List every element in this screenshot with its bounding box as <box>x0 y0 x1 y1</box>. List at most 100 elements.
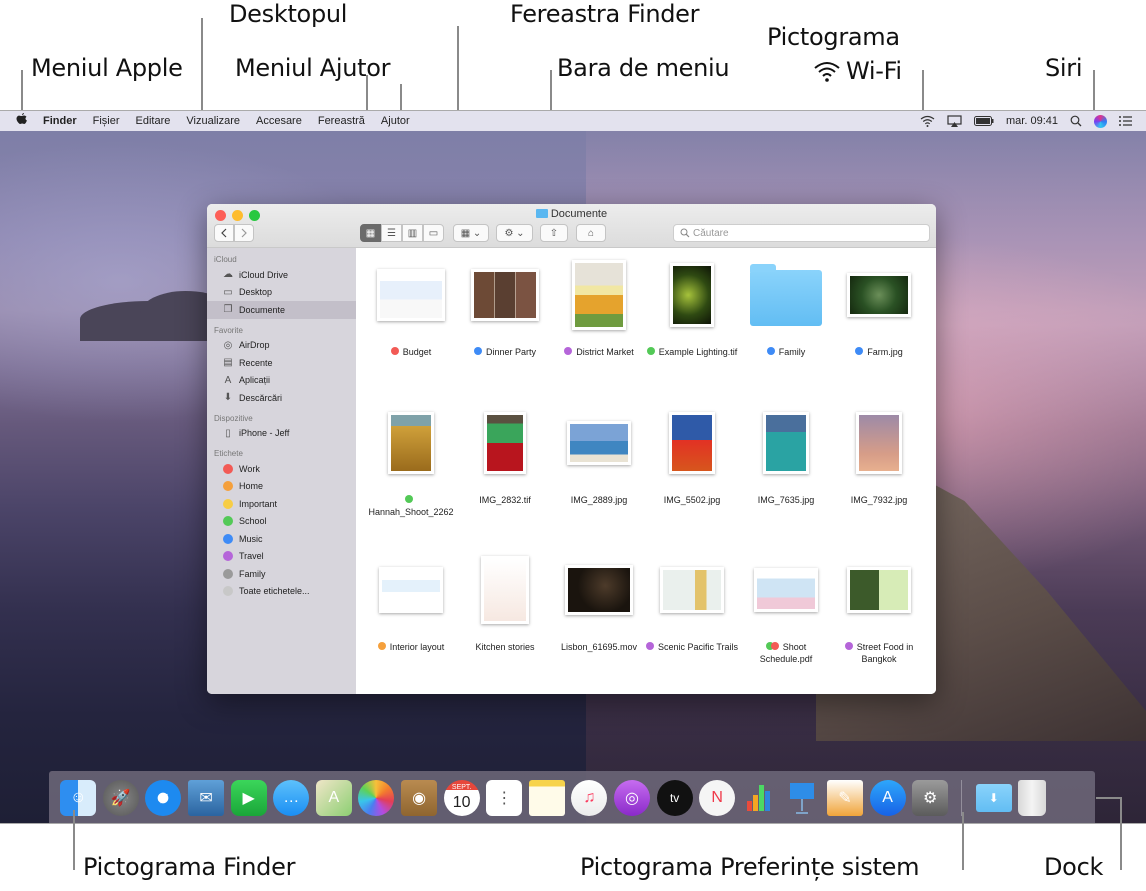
sidebar-item-family[interactable]: Family <box>207 565 356 583</box>
file-item[interactable]: Street Food in Bangkok <box>832 553 926 665</box>
spotlight-icon[interactable] <box>1070 115 1082 127</box>
sidebar-item-music[interactable]: Music <box>207 530 356 548</box>
system-preferences-icon[interactable]: ⚙ <box>912 780 949 816</box>
file-item[interactable]: IMG_7932.jpg <box>832 406 926 506</box>
search-icon <box>680 228 690 238</box>
downloads-stack-icon[interactable]: ⬇ <box>975 784 1012 812</box>
apple-menu[interactable] <box>0 113 35 129</box>
messages-icon[interactable]: … <box>273 780 310 816</box>
tv-label: tv <box>669 791 680 805</box>
desktop[interactable]: Finder Fișier Editare Vizualizare Accesa… <box>0 110 1146 824</box>
keynote-icon[interactable] <box>784 780 820 816</box>
file-item[interactable]: Farm.jpg <box>832 258 926 358</box>
callout-wifi-line1: Pictograma <box>767 23 900 51</box>
calendar-icon[interactable]: SEPT. 10 <box>443 780 480 816</box>
column-view-button[interactable]: ▥ <box>402 224 423 242</box>
sidebar-item-work[interactable]: Work <box>207 460 356 478</box>
action-button[interactable]: ⚙ ⌄ <box>496 224 533 242</box>
file-item[interactable]: Interior layout <box>364 553 458 653</box>
airplay-icon[interactable] <box>947 115 962 127</box>
news-icon[interactable]: N <box>699 780 736 816</box>
menu-go[interactable]: Accesare <box>248 115 310 127</box>
battery-icon[interactable] <box>974 116 994 126</box>
notification-center-icon[interactable] <box>1119 116 1132 126</box>
maps-icon[interactable]: A <box>315 780 352 816</box>
menu-help[interactable]: Ajutor <box>373 115 418 127</box>
sidebar-item-desktop[interactable]: ▭ Desktop <box>207 284 356 302</box>
facetime-icon[interactable]: ▶ <box>230 780 267 816</box>
numbers-icon[interactable] <box>742 780 778 816</box>
finder-window[interactable]: Documente ▦ ☰ ▥ ▭ ▦ ⌄ ⚙ ⌄ ⇧ ⌂ Căutare iC… <box>207 204 936 694</box>
menu-view[interactable]: Vizualizare <box>178 115 248 127</box>
sidebar-item-iphone-jeff[interactable]: ▯ iPhone - Jeff <box>207 425 356 443</box>
sidebar-item-toate-etichetele[interactable]: Toate etichetele... <box>207 583 356 601</box>
file-thumbnail <box>660 567 724 613</box>
file-item[interactable]: Shoot Schedule.pdf <box>739 553 833 665</box>
sidebar-item-documente[interactable]: ❐ Documente <box>207 301 356 319</box>
tag-dot <box>564 347 573 355</box>
safari-icon[interactable]: ➶ <box>145 780 182 816</box>
file-item[interactable]: Lisbon_61695.mov <box>552 553 646 653</box>
file-item[interactable]: Scenic Pacific Trails <box>645 553 739 653</box>
back-button[interactable] <box>214 224 234 242</box>
sidebar-item-icloud-drive[interactable]: ☁ iCloud Drive <box>207 266 356 284</box>
gallery-view-button[interactable]: ▭ <box>423 224 444 242</box>
sidebar-item-descărcări[interactable]: ⬇ Descărcări <box>207 389 356 407</box>
tv-icon[interactable]: tv <box>656 780 693 816</box>
sidebar-item-aplicații[interactable]: A Aplicații <box>207 372 356 390</box>
mail-icon[interactable]: ✉ <box>188 780 225 816</box>
file-item[interactable]: Example Lighting.tif <box>645 258 739 358</box>
file-item[interactable]: Budget <box>364 258 458 358</box>
notes-icon[interactable] <box>528 780 565 816</box>
file-item[interactable]: IMG_5502.jpg <box>645 406 739 506</box>
file-item[interactable]: IMG_2889.jpg <box>552 406 646 506</box>
sidebar-item-school[interactable]: School <box>207 513 356 531</box>
sidebar-item-airdrop[interactable]: ◎ AirDrop <box>207 337 356 355</box>
menu-edit[interactable]: Editare <box>128 115 179 127</box>
sidebar-item-recente[interactable]: ▤ Recente <box>207 354 356 372</box>
share-button[interactable]: ⇧ <box>540 224 568 242</box>
finder-icon[interactable]: ☺ <box>60 780 97 816</box>
photos-icon[interactable] <box>358 780 395 816</box>
clock[interactable]: mar. 09:41 <box>1006 115 1058 127</box>
sidebar-item-important[interactable]: Important <box>207 495 356 513</box>
siri-icon[interactable] <box>1094 114 1107 128</box>
group-button[interactable]: ▦ ⌄ <box>453 224 489 242</box>
file-item[interactable]: Family <box>739 258 833 358</box>
sidebar-item-label: Home <box>239 481 264 492</box>
file-item[interactable]: Dinner Party <box>458 258 552 358</box>
app-store-icon[interactable]: A <box>869 780 906 816</box>
folder-icon <box>535 209 548 218</box>
file-item[interactable]: Hannah_Shoot_2262 <box>364 406 458 518</box>
menu-window[interactable]: Fereastră <box>310 115 373 127</box>
sidebar-item-label: Descărcări <box>239 392 283 403</box>
launchpad-icon[interactable]: 🚀 <box>102 780 139 816</box>
sidebar-item-label: iCloud Drive <box>239 269 289 280</box>
file-item[interactable]: Kitchen stories <box>458 553 552 653</box>
contacts-icon[interactable]: ◉ <box>401 780 438 816</box>
file-thumbnail <box>856 412 902 474</box>
pages-icon[interactable]: ✎ <box>826 780 863 816</box>
wifi-status-icon[interactable] <box>920 115 935 127</box>
menu-file[interactable]: Fișier <box>85 115 128 127</box>
search-field[interactable]: Căutare <box>673 224 930 242</box>
trash-icon[interactable] <box>1018 780 1047 816</box>
list-view-button[interactable]: ☰ <box>381 224 402 242</box>
podcasts-icon[interactable]: ◎ <box>614 780 651 816</box>
file-item[interactable]: IMG_2832.tif <box>458 406 552 506</box>
menu-finder[interactable]: Finder <box>35 115 85 127</box>
file-name: Farm.jpg <box>867 347 903 357</box>
callout-desktop: Desktopul <box>229 0 348 28</box>
sidebar-item-label: Desktop <box>239 287 273 298</box>
music-icon[interactable]: ♫ <box>571 780 608 816</box>
reminders-icon[interactable]: ⋮ <box>486 780 523 816</box>
tag-color-icon <box>222 550 234 562</box>
sidebar-item-travel[interactable]: Travel <box>207 548 356 566</box>
icon-view-button[interactable]: ▦ <box>360 224 381 242</box>
file-item[interactable]: District Market <box>552 258 646 358</box>
tag-dot <box>390 347 399 355</box>
forward-button[interactable] <box>234 224 254 242</box>
file-item[interactable]: IMG_7635.jpg <box>739 406 833 506</box>
tags-button[interactable]: ⌂ <box>576 224 606 242</box>
sidebar-item-home[interactable]: Home <box>207 478 356 496</box>
